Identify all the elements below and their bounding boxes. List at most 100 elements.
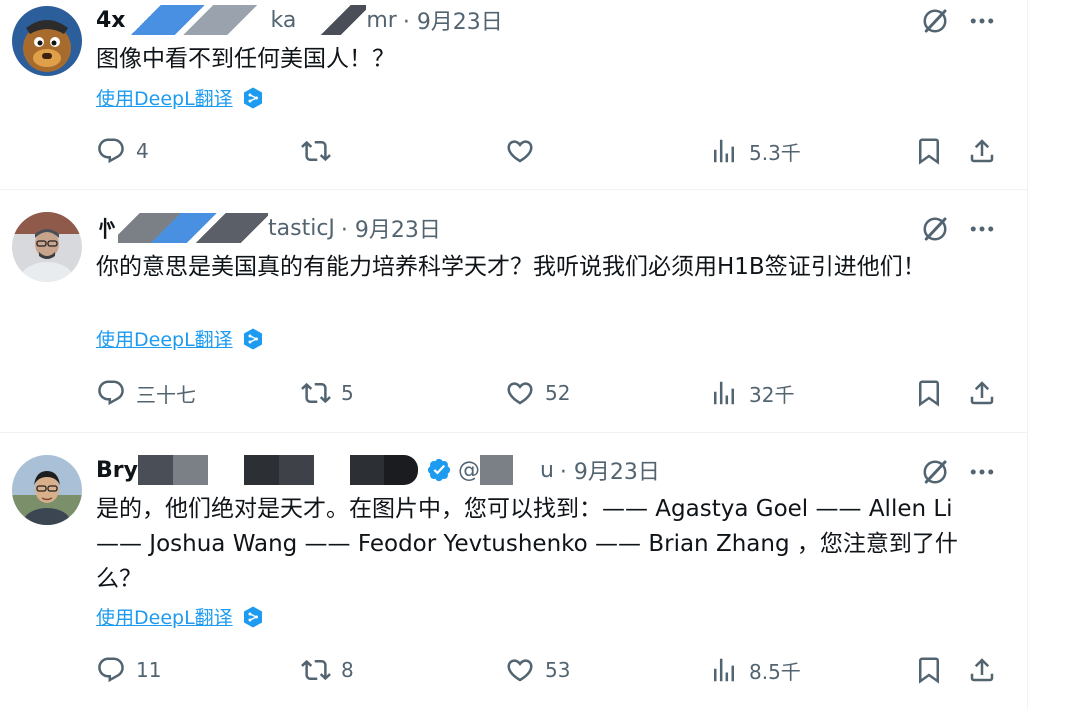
translate-link[interactable]: 使用DeepL翻译 — [96, 84, 265, 111]
avatar-image — [12, 455, 82, 525]
display-name[interactable]: Bry — [96, 458, 138, 483]
redacted-block — [349, 455, 418, 485]
views-icon — [709, 655, 739, 685]
repost-icon — [301, 655, 331, 685]
bookmark-icon — [914, 655, 944, 685]
deepl-icon — [241, 327, 265, 351]
handle-fragment[interactable]: ka — [271, 8, 297, 33]
share-icon — [967, 136, 997, 166]
handle-fragment[interactable]: mr — [366, 8, 396, 33]
redacted-block — [296, 5, 367, 35]
reply-count: 4 — [136, 139, 149, 163]
reply-button[interactable]: 11 — [96, 655, 161, 685]
translate-label[interactable]: 使用DeepL翻译 — [96, 84, 233, 111]
like-icon — [505, 136, 535, 166]
reply-icon — [96, 136, 126, 166]
display-name[interactable]: 㣺 — [96, 212, 118, 244]
bookmark-icon — [914, 136, 944, 166]
view-count: 8.5千 — [749, 659, 801, 684]
repost-button[interactable] — [301, 136, 341, 166]
tweet-actions: 11 8 53 8.5千 — [96, 655, 996, 685]
like-button[interactable] — [505, 136, 545, 166]
views-button[interactable]: 8.5千 — [709, 655, 801, 685]
like-icon — [505, 378, 535, 408]
avatar[interactable] — [12, 212, 82, 282]
translate-label[interactable]: 使用DeepL翻译 — [96, 325, 233, 352]
like-count: 53 — [545, 658, 571, 682]
avatar-image — [12, 6, 82, 76]
like-button[interactable]: 53 — [505, 655, 570, 685]
translate-link[interactable]: 使用DeepL翻译 — [96, 603, 265, 630]
tweet-text: 你的意思是美国真的有能力培养科学天才？我听说我们必须用H1B签证引进他们！ — [96, 254, 926, 280]
like-icon — [505, 655, 535, 685]
views-icon — [709, 136, 739, 166]
tweet-2[interactable]: 㣺 tasticJ · 9月23日 你的意思是美国真的有能力培养科学天才？我听说… — [0, 190, 1027, 432]
repost-count: 8 — [341, 658, 354, 682]
like-button[interactable]: 52 — [505, 378, 570, 408]
like-count: 52 — [545, 381, 571, 405]
translate-link[interactable]: 使用DeepL翻译 — [96, 325, 265, 352]
bookmark-button[interactable] — [914, 378, 944, 408]
repost-button[interactable]: 5 — [301, 378, 354, 408]
display-name[interactable]: 4x — [96, 8, 126, 33]
more-icon[interactable] — [967, 457, 997, 487]
tweet-header: Bry @ u · 9月23日 — [96, 455, 660, 485]
share-button[interactable] — [967, 655, 997, 685]
tweet-text: 是的，他们绝对是天才。在图片中，您可以找到：—— Agastya Goel ——… — [96, 496, 958, 592]
grok-icon[interactable] — [920, 214, 950, 244]
repost-icon — [301, 378, 331, 408]
tweet-date[interactable]: · 9月23日 — [341, 212, 441, 244]
handle-fragment[interactable]: tasticJ — [268, 216, 335, 241]
redacted-block — [118, 213, 269, 243]
tweet-actions: 三十七 5 52 32千 — [96, 378, 996, 408]
verified-icon[interactable] — [426, 457, 452, 483]
redacted-block — [207, 455, 244, 485]
handle-fragment[interactable]: u — [540, 458, 554, 483]
more-icon[interactable] — [967, 214, 997, 244]
view-count: 5.3千 — [749, 140, 801, 165]
share-button[interactable] — [967, 136, 997, 166]
share-icon — [967, 655, 997, 685]
reply-count: 三十七 — [136, 382, 196, 407]
grok-icon[interactable] — [920, 457, 950, 487]
views-button[interactable]: 32千 — [709, 378, 794, 408]
deepl-icon — [241, 86, 265, 110]
bookmark-button[interactable] — [914, 655, 944, 685]
redacted-block — [479, 455, 540, 485]
views-icon — [709, 378, 739, 408]
avatar[interactable] — [12, 455, 82, 525]
column-border — [1027, 0, 1028, 709]
bookmark-button[interactable] — [914, 136, 944, 166]
grok-icon[interactable] — [920, 6, 950, 36]
tweet-actions: 4 5.3千 — [96, 136, 996, 166]
timeline: 4x ka mr · 9月23日 图像中看不到任何美国人！？ 使用DeepL翻译… — [0, 0, 1027, 709]
bookmark-icon — [914, 378, 944, 408]
redacted-block — [137, 455, 208, 485]
redacted-block — [313, 455, 350, 485]
repost-button[interactable]: 8 — [301, 655, 354, 685]
avatar[interactable] — [12, 6, 82, 76]
reply-button[interactable]: 三十七 — [96, 378, 196, 408]
redacted-block — [243, 455, 314, 485]
reply-count: 11 — [136, 658, 162, 682]
tweet-1[interactable]: 4x ka mr · 9月23日 图像中看不到任何美国人！？ 使用DeepL翻译… — [0, 0, 1027, 189]
tweet-date[interactable]: · 9月23日 — [403, 4, 503, 36]
share-icon — [967, 378, 997, 408]
reply-icon — [96, 378, 126, 408]
redacted-block — [125, 5, 271, 35]
views-button[interactable]: 5.3千 — [709, 136, 801, 166]
tweet-date[interactable]: · 9月23日 — [560, 454, 660, 486]
view-count: 32千 — [749, 382, 795, 407]
avatar-image — [12, 212, 82, 282]
deepl-icon — [241, 605, 265, 629]
handle-fragment[interactable]: @ — [458, 458, 480, 483]
tweet-3[interactable]: Bry @ u · 9月23日 是的，他们绝对是天才。在图片中，您可以找到：——… — [0, 433, 1027, 709]
tweet-header: 4x ka mr · 9月23日 — [96, 5, 503, 35]
more-icon[interactable] — [967, 6, 997, 36]
reply-icon — [96, 655, 126, 685]
translate-label[interactable]: 使用DeepL翻译 — [96, 603, 233, 630]
reply-button[interactable]: 4 — [96, 136, 149, 166]
tweet-text: 图像中看不到任何美国人！？ — [96, 46, 395, 72]
repost-count: 5 — [341, 381, 354, 405]
share-button[interactable] — [967, 378, 997, 408]
